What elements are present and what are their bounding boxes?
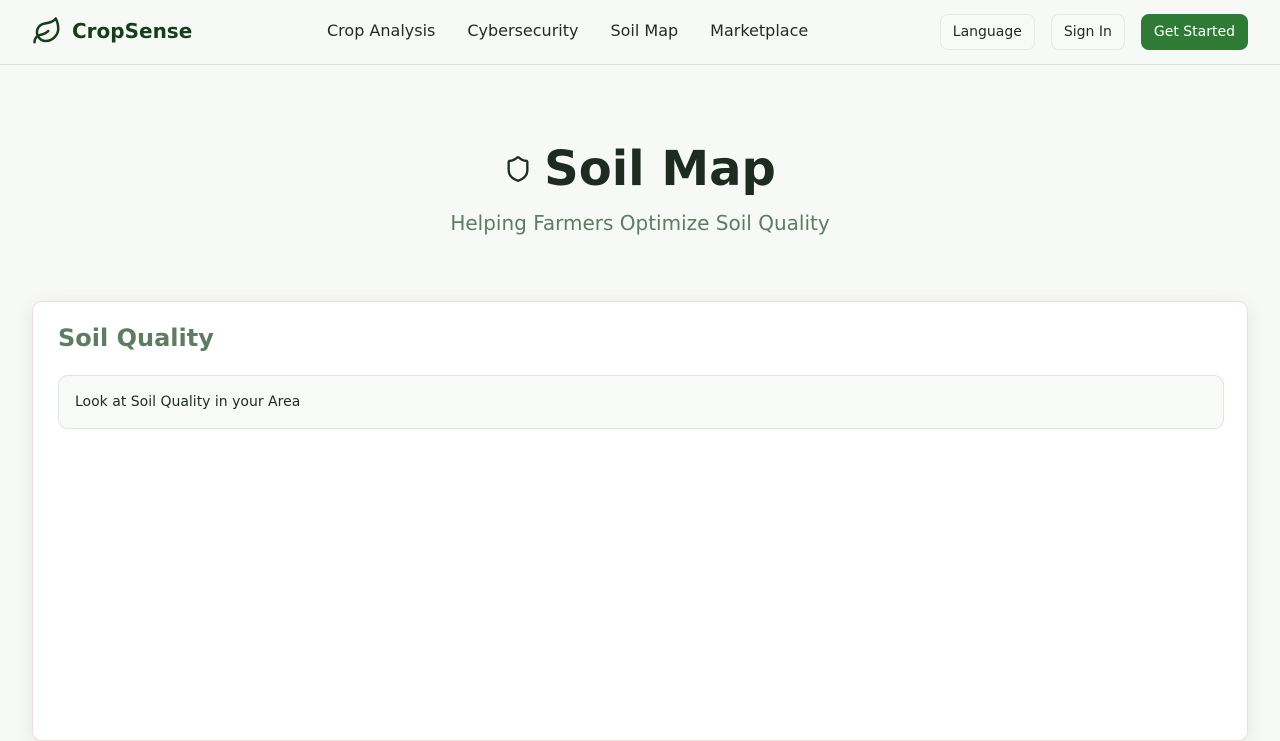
leaf-icon <box>33 17 60 44</box>
nav-link-cybersecurity[interactable]: Cybersecurity <box>467 20 578 42</box>
nav-link-crop-analysis[interactable]: Crop Analysis <box>327 20 435 42</box>
hero-heading: Soil Map <box>0 140 1280 198</box>
main-nav: Crop Analysis Cybersecurity Soil Map Mar… <box>327 20 840 42</box>
nav-actions: Language Sign In Get Started <box>924 14 1248 50</box>
card-title: Soil Quality <box>58 324 214 352</box>
get-started-button[interactable]: Get Started <box>1140 14 1248 50</box>
brand-name: CropSense <box>72 19 193 43</box>
nav-link-soil-map[interactable]: Soil Map <box>610 20 678 42</box>
page-subtitle: Helping Farmers Optimize Soil Quality <box>450 211 830 235</box>
brand-logo[interactable]: CropSense <box>32 16 192 46</box>
shield-icon <box>507 156 529 182</box>
language-button[interactable]: Language <box>939 14 1035 50</box>
nav-link-marketplace[interactable]: Marketplace <box>710 20 808 42</box>
soil-quality-info-box: Look at Soil Quality in your Area <box>58 375 1224 429</box>
top-navbar: CropSense Crop Analysis Cybersecurity So… <box>0 0 1280 65</box>
soil-quality-card: Soil Quality Look at Soil Quality in you… <box>32 301 1248 741</box>
sign-in-button[interactable]: Sign In <box>1050 14 1125 50</box>
page-title: Soil Map <box>544 141 776 197</box>
